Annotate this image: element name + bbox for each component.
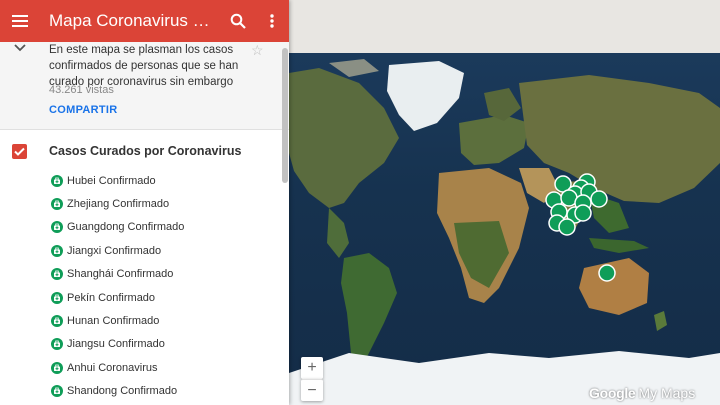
medical-pin-icon (51, 244, 63, 257)
zoom-in-button[interactable]: + (301, 357, 323, 379)
world-map-image (289, 59, 720, 405)
list-item-label: Shanghái Confirmado (67, 268, 174, 281)
list-item-label: Pekín Confirmado (67, 291, 156, 304)
panel-header: Mapa Coronavirus Curados (0, 0, 289, 42)
list-item-label: Shandong Confirmado (67, 385, 178, 398)
menu-icon (12, 15, 28, 27)
list-item-label: Zhejiang Confirmado (67, 198, 170, 211)
my-maps-text: My Maps (638, 385, 696, 401)
more-vert-icon (270, 14, 274, 28)
share-button[interactable]: COMPARTIR (49, 104, 118, 116)
list-item[interactable]: Guangdong Confirmado (0, 216, 282, 239)
list-item-label: Anhui Coronavirus (67, 361, 158, 374)
medical-pin-icon (51, 385, 63, 398)
list-item[interactable]: Hunan Confirmado (0, 309, 282, 332)
zoom-out-button[interactable]: − (301, 379, 323, 401)
medical-pin-icon (51, 291, 63, 304)
medical-pin-icon (51, 338, 63, 351)
list-item[interactable]: Anhui Coronavirus (0, 356, 282, 379)
medical-pin-icon (51, 268, 63, 281)
divider (0, 129, 282, 130)
list-item[interactable]: Pekín Confirmado (0, 286, 282, 309)
medical-pin-icon (51, 174, 63, 187)
app-root: + − Google My Maps Mapa Coronavirus Cura… (0, 0, 720, 405)
scrollbar[interactable] (282, 48, 288, 183)
medical-pin-icon (51, 198, 63, 211)
world-map[interactable] (289, 53, 720, 405)
list-item[interactable]: Jiangsu Confirmado (0, 333, 282, 356)
map-title: Mapa Coronavirus Curados (49, 11, 221, 30)
map-info: ☆ En este mapa se plasman los casos conf… (0, 42, 289, 130)
layer-section: Casos Curados por Coronavirus Hubei Conf… (0, 140, 282, 403)
medical-pin-icon (51, 221, 63, 234)
list-item-label: Hunan Confirmado (67, 315, 160, 328)
layer-header: Casos Curados por Coronavirus (0, 140, 282, 162)
map-canvas[interactable]: + − Google My Maps (289, 0, 720, 405)
search-button[interactable] (221, 0, 255, 42)
list-item[interactable]: Hubei Confirmado (0, 169, 282, 192)
list-item-label: Guangdong Confirmado (67, 221, 185, 234)
list-item[interactable]: Shandong Confirmado (0, 380, 282, 403)
list-item-label: Jiangxi Confirmado (67, 244, 162, 257)
chevron-down-icon[interactable] (12, 42, 28, 56)
google-logo-text: Google (589, 385, 636, 401)
check-icon (14, 147, 25, 156)
view-count: 43.261 vistas (49, 84, 114, 96)
map-description: En este mapa se plasman los casos confir… (49, 44, 239, 88)
google-my-maps-logo: Google My Maps (589, 385, 695, 401)
list-item-label: Hubei Confirmado (67, 174, 156, 187)
layer-title: Casos Curados por Coronavirus (49, 144, 242, 158)
legend-panel: Mapa Coronavirus Curados ☆ En este (0, 0, 289, 405)
medical-pin-icon (51, 315, 63, 328)
medical-pin-icon (51, 361, 63, 374)
menu-button[interactable] (0, 0, 40, 42)
list-item[interactable]: Zhejiang Confirmado (0, 192, 282, 215)
layer-item-list: Hubei Confirmado Zhejiang Confirmado Gua… (0, 169, 282, 403)
more-options-button[interactable] (255, 0, 289, 42)
search-icon (230, 13, 246, 29)
list-item[interactable]: Jiangxi Confirmado (0, 239, 282, 262)
list-item[interactable]: Shanghái Confirmado (0, 263, 282, 286)
layer-checkbox[interactable] (12, 143, 27, 159)
list-item-label: Jiangsu Confirmado (67, 338, 165, 351)
